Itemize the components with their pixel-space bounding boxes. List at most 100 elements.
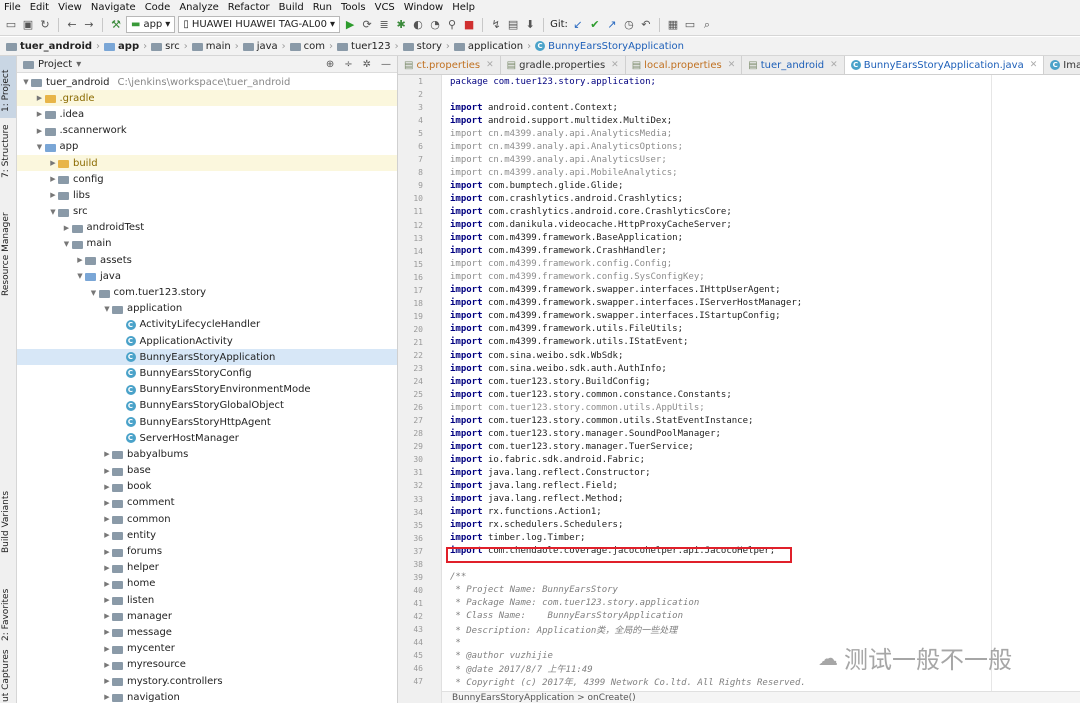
gradle-sync-icon[interactable]: ↯: [489, 18, 503, 32]
tree-item[interactable]: ▶ forums: [17, 543, 397, 559]
tree-item[interactable]: ▶ mycenter: [17, 641, 397, 657]
menu-item-refactor[interactable]: Refactor: [228, 2, 270, 13]
side-tab-build-variants[interactable]: Build Variants: [1, 491, 11, 553]
close-icon[interactable]: ✕: [830, 60, 838, 70]
tree-item[interactable]: ▶ common: [17, 511, 397, 527]
collapsed-arrow-icon[interactable]: ▶: [102, 515, 112, 523]
locate-icon[interactable]: ⊕: [326, 59, 334, 70]
menu-item-tools[interactable]: Tools: [341, 2, 366, 13]
tree-item[interactable]: ▼ tuer_android C:\jenkins\workspace\tuer_a…: [17, 74, 397, 90]
back-icon[interactable]: ←: [65, 18, 79, 32]
collapsed-arrow-icon[interactable]: ▶: [35, 127, 45, 135]
tree-item[interactable]: ▶ myresource: [17, 657, 397, 673]
collapsed-arrow-icon[interactable]: ▶: [48, 175, 58, 183]
menu-item-analyze[interactable]: Analyze: [179, 2, 218, 13]
git-commit-icon[interactable]: ✔: [588, 18, 602, 32]
tree-item[interactable]: ▶ babyalbums: [17, 446, 397, 462]
save-icon[interactable]: ▣: [21, 18, 35, 32]
tree-item[interactable]: C BunnyEarsStoryEnvironmentMode: [17, 382, 397, 398]
menu-item-window[interactable]: Window: [404, 2, 443, 13]
expanded-arrow-icon[interactable]: ▼: [48, 208, 58, 216]
tree-item[interactable]: C ActivityLifecycleHandler: [17, 317, 397, 333]
tree-item[interactable]: C ServerHostManager: [17, 430, 397, 446]
tree-item[interactable]: C BunnyEarsStoryConfig: [17, 365, 397, 381]
collapsed-arrow-icon[interactable]: ▶: [102, 693, 112, 701]
menu-item-view[interactable]: View: [58, 2, 82, 13]
menu-item-help[interactable]: Help: [452, 2, 475, 13]
tree-item[interactable]: ▼ src: [17, 204, 397, 220]
tree-item[interactable]: ▶ .scannerwork: [17, 123, 397, 139]
run-icon[interactable]: ▶: [343, 18, 357, 32]
expanded-arrow-icon[interactable]: ▼: [102, 305, 112, 313]
expanded-arrow-icon[interactable]: ▼: [21, 78, 31, 86]
breadcrumb-item[interactable]: tuer123: [337, 41, 391, 52]
breadcrumb-item[interactable]: story: [402, 41, 442, 52]
tree-item[interactable]: ▶ .gradle: [17, 90, 397, 107]
git-push-icon[interactable]: ↗: [605, 18, 619, 32]
menu-item-build[interactable]: Build: [279, 2, 304, 13]
collapsed-arrow-icon[interactable]: ▶: [102, 548, 112, 556]
collapsed-arrow-icon[interactable]: ▶: [102, 580, 112, 588]
collapsed-arrow-icon[interactable]: ▶: [102, 531, 112, 539]
breadcrumb-item[interactable]: com: [289, 41, 325, 52]
side-tab-structure[interactable]: 7: Structure: [1, 125, 11, 179]
tree-item[interactable]: ▶ config: [17, 171, 397, 187]
editor-tab[interactable]: CImageCompressor.ja✕: [1044, 56, 1080, 74]
collapsed-arrow-icon[interactable]: ▶: [102, 661, 112, 669]
close-icon[interactable]: ✕: [1030, 60, 1038, 70]
collapsed-arrow-icon[interactable]: ▶: [35, 94, 45, 102]
tree-item[interactable]: ▶ message: [17, 624, 397, 640]
collapsed-arrow-icon[interactable]: ▶: [102, 483, 112, 491]
side-tab-project[interactable]: 1: Project: [1, 70, 11, 112]
tree-item[interactable]: ▶ book: [17, 479, 397, 495]
menu-item-file[interactable]: File: [4, 2, 21, 13]
side-tab-resource-manager[interactable]: Resource Manager: [1, 212, 11, 296]
tree-item[interactable]: ▼ app: [17, 139, 397, 155]
tree-item[interactable]: ▶ listen: [17, 592, 397, 608]
tree-item[interactable]: ▶ androidTest: [17, 220, 397, 236]
hide-icon[interactable]: —: [381, 59, 391, 70]
terminal-icon[interactable]: ▭: [683, 18, 697, 32]
stop-icon[interactable]: ■: [462, 18, 476, 32]
collapsed-arrow-icon[interactable]: ▶: [35, 110, 45, 118]
tree-item[interactable]: ▶ home: [17, 576, 397, 592]
breadcrumb-item[interactable]: C BunnyEarsStoryApplication: [535, 41, 684, 52]
project-view-select[interactable]: Project: [38, 59, 72, 70]
tree-item[interactable]: ▼ main: [17, 236, 397, 252]
tree-item[interactable]: ▶ helper: [17, 560, 397, 576]
menu-item-edit[interactable]: Edit: [30, 2, 49, 13]
gear-icon[interactable]: ✲: [363, 59, 371, 70]
revert-icon[interactable]: ↶: [639, 18, 653, 32]
collapsed-arrow-icon[interactable]: ▶: [102, 612, 112, 620]
collapsed-arrow-icon[interactable]: ▶: [102, 645, 112, 653]
collapsed-arrow-icon[interactable]: ▶: [48, 159, 58, 167]
dropdown-icon[interactable]: ▾: [76, 59, 81, 70]
breadcrumb-item[interactable]: src: [151, 41, 180, 52]
breadcrumb-item[interactable]: app: [104, 41, 139, 52]
menu-item-vcs[interactable]: VCS: [375, 2, 395, 13]
editor-tab[interactable]: ▤ tuer_android ✕: [742, 56, 845, 74]
code-view[interactable]: 1 package com.tuer123.story.application; 2…: [413, 75, 1080, 703]
editor-tab[interactable]: ▤ gradle.properties ✕: [501, 56, 626, 74]
search-icon[interactable]: ⌕: [700, 18, 714, 32]
avd-icon[interactable]: ▤: [506, 18, 520, 32]
editor-tab[interactable]: ▤ ct.properties ✕: [398, 56, 501, 74]
tree-item[interactable]: ▶ mystory.controllers: [17, 673, 397, 689]
sdk-icon[interactable]: ⬇: [523, 18, 537, 32]
debug-icon[interactable]: ✱: [394, 18, 408, 32]
tree-item[interactable]: ▶ manager: [17, 608, 397, 624]
hammer-icon[interactable]: ⚒: [109, 18, 123, 32]
breadcrumb-item[interactable]: tuer_android: [6, 41, 92, 52]
open-icon[interactable]: ▭: [4, 18, 18, 32]
rerun-icon[interactable]: ⟳: [360, 18, 374, 32]
collapse-icon[interactable]: ÷: [344, 59, 352, 70]
side-tab-favorites[interactable]: 2: Favorites: [1, 589, 11, 641]
tree-item[interactable]: ▶ base: [17, 463, 397, 479]
breadcrumb-item[interactable]: main: [191, 41, 231, 52]
expanded-arrow-icon[interactable]: ▼: [75, 272, 85, 280]
breadcrumb-item[interactable]: application: [453, 41, 523, 52]
editor-tab[interactable]: ▤ local.properties ✕: [626, 56, 743, 74]
expanded-arrow-icon[interactable]: ▼: [89, 289, 99, 297]
tree-item[interactable]: C BunnyEarsStoryApplication: [17, 349, 397, 366]
menu-item-code[interactable]: Code: [145, 2, 171, 13]
